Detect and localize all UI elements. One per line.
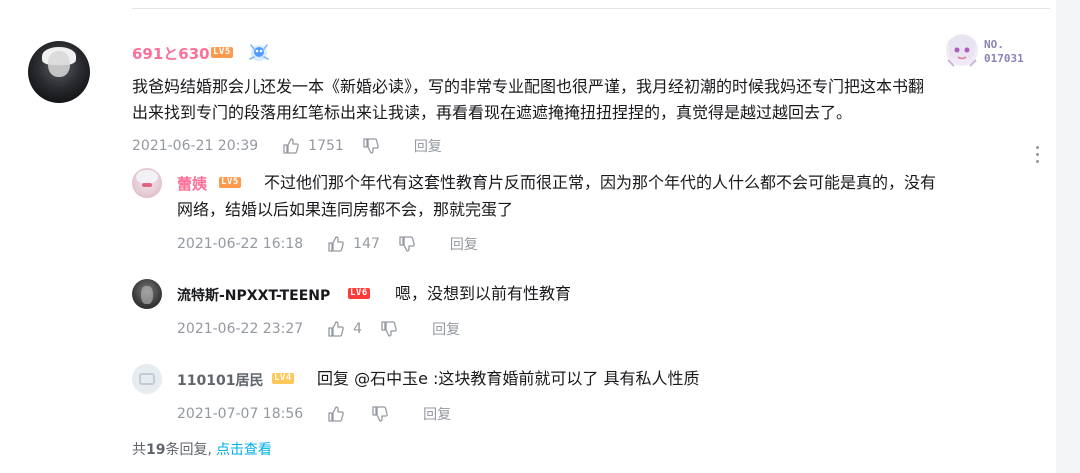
reply-date: 2021-06-22 16:18 (177, 236, 304, 252)
fan-medal-icon (249, 44, 269, 61)
reply-username[interactable]: 流特斯-NPXXT-TEENP (177, 285, 330, 305)
like-button[interactable]: 1751 (282, 137, 344, 155)
thumbs-down-icon (363, 138, 379, 154)
reply-button[interactable]: 回复 (432, 319, 460, 339)
reply-date: 2021-07-07 18:56 (177, 406, 304, 422)
thumbs-down-icon (381, 321, 397, 337)
reply-username[interactable]: 110101居民 (177, 370, 263, 390)
dislike-button[interactable] (398, 235, 416, 253)
reply-text: 回复 @石中玉e :这块教育婚前就可以了 具有私人性质 (317, 369, 700, 388)
scrollbar-track[interactable] (1056, 0, 1080, 473)
footer-suffix: 条回复, (165, 442, 212, 458)
level-badge: LV5 (219, 177, 241, 188)
level-badge: LV6 (348, 288, 370, 299)
comment-text-line2: 出来找到专门的段落用红笔标出来让我读，再看看现在遮遮掩掩扭扭捏捏的，真觉得是越过… (132, 103, 853, 122)
reply-count: 19 (146, 442, 166, 458)
dislike-button[interactable] (371, 405, 389, 423)
reply-meta: 2021-06-22 16:18 147 回复 (177, 234, 478, 254)
view-all-replies-link[interactable]: 点击查看 (216, 442, 272, 458)
like-button[interactable]: 147 (327, 235, 380, 253)
reply-text: 嗯，没想到以前有性教育 (395, 284, 572, 303)
avatar-face (48, 51, 70, 77)
footer-prefix: 共 (132, 442, 146, 458)
thumbs-up-icon (283, 138, 299, 154)
avatar[interactable] (132, 364, 162, 394)
reply-text-line1: 不过他们那个年代有这套性教育片反而很正常，因为那个年代的人什么都不会可能是真的，… (264, 173, 937, 192)
dislike-button[interactable] (362, 137, 380, 155)
level-badge: LV5 (211, 47, 233, 58)
reply-username[interactable]: 蕾姨 (177, 173, 207, 194)
like-count: 4 (353, 321, 363, 337)
reply-meta: 2021-07-07 18:56 回复 (177, 404, 451, 424)
dislike-button[interactable] (380, 320, 398, 338)
decoration-no-label: NO. (984, 38, 1004, 51)
thumbs-up-icon (328, 321, 344, 337)
reply-count-footer: 共19条回复, 点击查看 (132, 439, 272, 459)
level-badge: LV4 (272, 373, 294, 384)
like-count: 147 (353, 236, 380, 252)
avatar[interactable] (132, 168, 162, 198)
reply-date: 2021-06-22 23:27 (177, 321, 304, 337)
username[interactable]: 691と630 (132, 43, 210, 64)
avatar[interactable] (28, 41, 90, 103)
like-count: 1751 (308, 138, 344, 154)
reply-button[interactable]: 回复 (414, 136, 442, 156)
comment-meta: 2021-06-21 20:39 1751 回复 (132, 136, 442, 156)
comment-text-line1: 我爸妈结婚那会儿还发一本《新婚必读》，写的非常专业配图也很严谨，我月经初潮的时候… (132, 77, 925, 96)
reply-button[interactable]: 回复 (450, 234, 478, 254)
like-button[interactable]: 4 (327, 320, 362, 338)
like-button[interactable] (327, 405, 353, 423)
decoration-number: 017031 (984, 52, 1024, 65)
thumbs-up-icon (328, 236, 344, 252)
comment-date: 2021-06-21 20:39 (132, 138, 259, 154)
more-options-icon[interactable] (1035, 146, 1041, 164)
reply-button[interactable]: 回复 (423, 404, 451, 424)
reply-text-line2: 网络，结婚以后如果连同房都不会，那就完蛋了 (177, 200, 514, 219)
thumbs-up-icon (328, 406, 344, 422)
thumbs-down-icon (372, 406, 388, 422)
top-divider (132, 8, 1050, 9)
thumbs-down-icon (399, 236, 415, 252)
avatar[interactable] (132, 279, 162, 309)
reply-meta: 2021-06-22 23:27 4 回复 (177, 319, 460, 339)
